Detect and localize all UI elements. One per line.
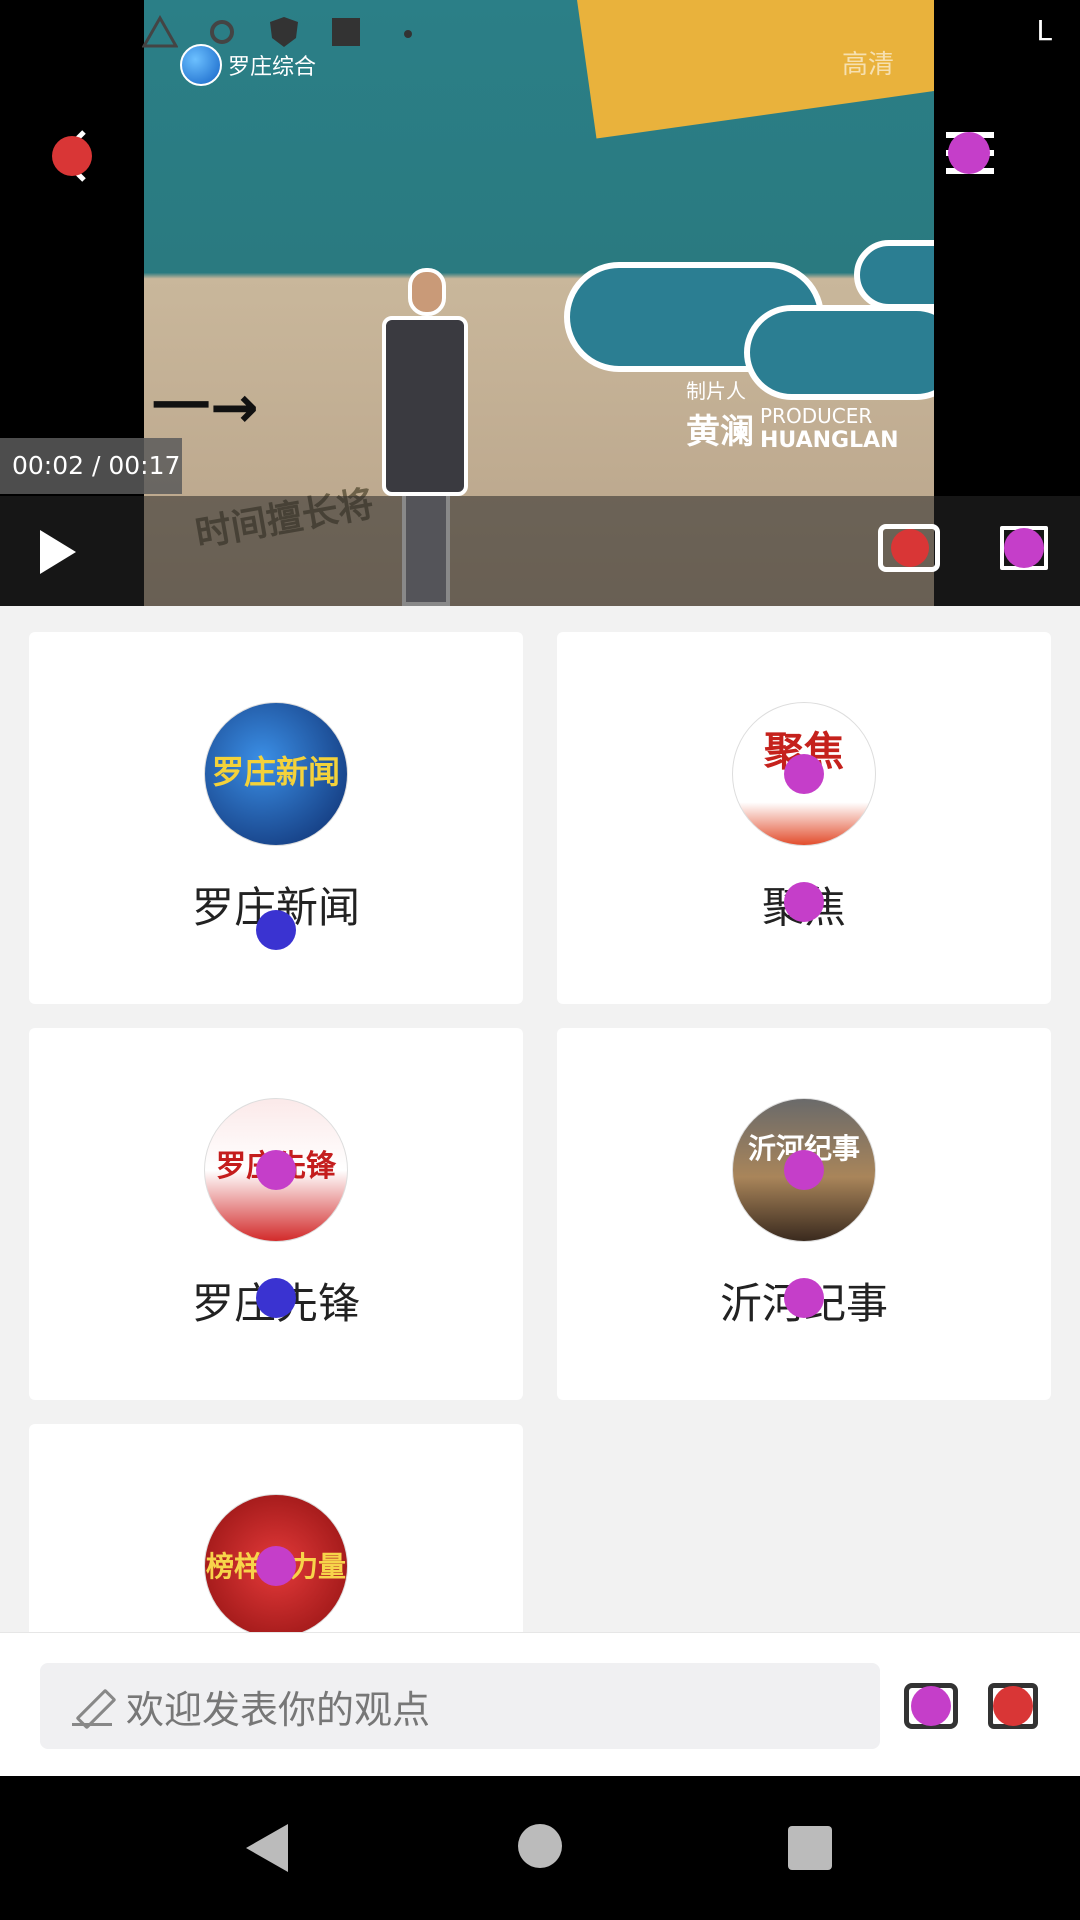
title-marker [256,1278,296,1318]
card-role-model[interactable]: 榜样的力量 [29,1424,523,1632]
comment-icon[interactable] [904,1683,958,1729]
fullscreen-icon[interactable] [1000,526,1048,570]
thumbnail: 罗庄新闻 [204,702,348,846]
system-nav-bar [0,1776,1080,1920]
title-marker [256,910,296,950]
card-luozhuang-news[interactable]: 罗庄新闻 罗庄新闻 [29,632,523,1004]
fullscreen-marker [1004,528,1044,568]
card-focus[interactable]: 聚焦 聚焦 [557,632,1051,1004]
status-icons [141,14,426,50]
producer-cn-name: 黄澜 [686,412,754,452]
settings-icon [204,14,240,50]
title-marker [784,1278,824,1318]
channel-globe-icon [180,44,222,86]
video-decor [854,240,934,310]
producer-credit: 制片人 黄澜 PRODUCER HUANGLAN [686,375,899,453]
comment-input[interactable]: 欢迎发表你的观点 [40,1663,880,1749]
card-yihe-chronicle[interactable]: 沂河纪事 沂河纪事 [557,1028,1051,1400]
comment-marker [911,1686,951,1726]
title-marker [784,882,824,922]
thumb-marker [256,1150,296,1190]
thumb-marker [784,1150,824,1190]
back-marker [52,136,92,176]
producer-en-label: PRODUCER [760,404,873,428]
channel-name: 罗庄综合 [228,55,317,80]
comment-bar: 欢迎发表你的观点 [0,1632,1080,1776]
thumb-marker [256,1546,296,1586]
more-marker [948,132,990,174]
cast-marker [891,529,929,567]
thumb-marker [784,754,824,794]
nav-home-icon[interactable] [518,1824,562,1868]
share-icon[interactable] [988,1683,1038,1729]
nav-back-icon[interactable] [246,1824,288,1872]
app-root: 一→ 制片人 黄澜 PRODUCER HUANGLAN 时间擅长将 罗庄综合 高… [0,0,1080,1920]
channel-logo: 罗庄综合 [180,44,316,86]
image-icon [328,14,364,50]
warning-icon [141,14,179,50]
status-right: L [1036,14,1052,47]
producer-cn-label: 制片人 [686,379,746,403]
nav-recents-icon[interactable] [788,1826,832,1870]
shield-icon [266,14,302,50]
time-display: 00:02 / 00:17 [0,438,182,494]
pen-icon [72,1686,112,1726]
share-marker [993,1686,1033,1726]
play-icon[interactable] [40,530,76,574]
producer-en-name: HUANGLAN [760,428,899,453]
video-player[interactable]: 一→ 制片人 黄澜 PRODUCER HUANGLAN 时间擅长将 罗庄综合 高… [0,0,1080,606]
card-luozhuang-pioneer[interactable]: 罗庄先锋 罗庄先锋 [29,1028,523,1400]
more-menu-icon[interactable] [940,128,1000,178]
control-bar [0,496,1080,606]
thumbnail-text: 罗庄新闻 [211,753,340,791]
back-arrow-icon[interactable] [40,124,104,188]
video-arrow-text: 一→ [152,373,259,441]
comment-placeholder: 欢迎发表你的观点 [126,1687,431,1732]
dot-icon [390,14,426,50]
hd-label: 高清 [841,50,894,80]
program-grid: 罗庄新闻 罗庄新闻 聚焦 聚焦 罗庄先锋 罗庄先锋 沂河纪事 [0,606,1080,1632]
cast-icon[interactable] [878,524,940,572]
